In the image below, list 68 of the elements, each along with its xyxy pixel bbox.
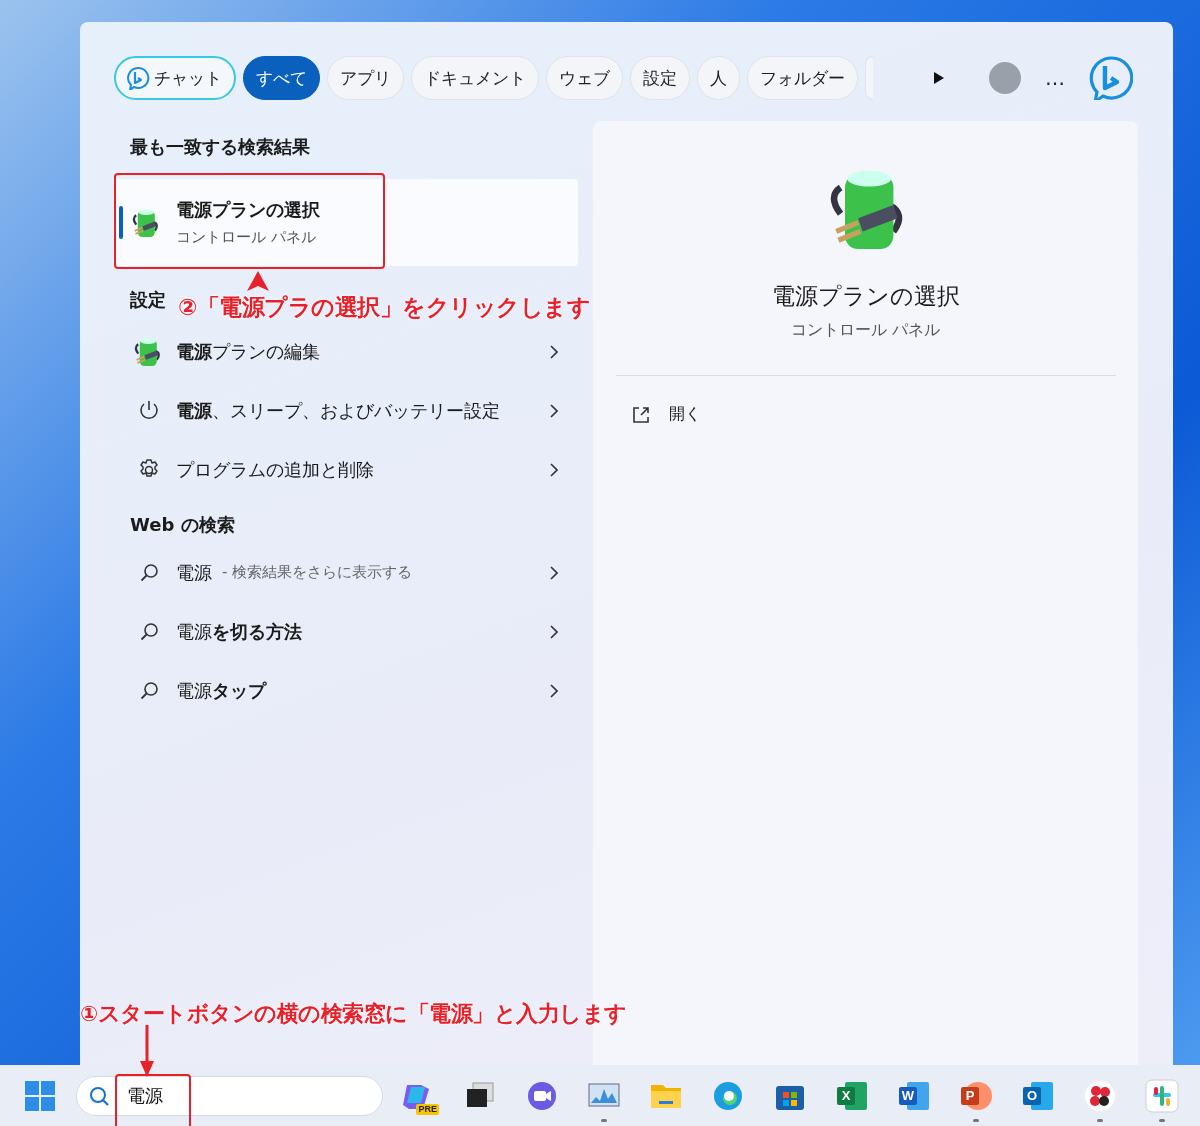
chevron-right-icon [550,462,558,477]
running-indicator [1097,1118,1103,1122]
avatar-icon[interactable] [989,62,1021,94]
app-letter: X [840,1086,852,1105]
annotation-text: ①スタートボタンの横の検索窓に「電源」と入力します [80,1000,627,1028]
app-letter: P [964,1086,976,1105]
callout-arrow [140,1025,154,1077]
result-label: 電源、スリープ、およびバッテリー設定 [176,398,500,423]
chevron-right-icon [550,683,558,698]
running-indicator [601,1118,607,1122]
result-label: 電源 [176,560,212,585]
taskbar-search-field[interactable]: 電源 [76,1075,383,1116]
search-icon [88,1084,110,1107]
result-label: 電源タップ [176,678,266,703]
app-letter: PRE [416,1103,439,1115]
taskbar-app-button[interactable]: X [821,1069,883,1122]
taskbar-app-button[interactable]: PRE [387,1069,449,1122]
windows-logo-icon [24,1079,56,1112]
result-label: 電源を切る方法 [176,619,302,644]
open-action[interactable]: 開く [631,404,701,425]
section-heading: 設定 [130,288,166,312]
result-item[interactable]: 電源を切る方法 [114,602,578,661]
bing-button[interactable] [1089,56,1133,100]
bing-chat-icon [1089,56,1133,100]
annotation-text: ②「電源プラの選択」をクリックします [178,293,591,322]
bing-chat-icon [126,66,150,90]
result-title: 電源プランの選択 [176,198,320,222]
result-label: プログラムの追加と削除 [176,457,374,482]
filter-tab[interactable]: フォルダー [747,56,858,100]
more-options-button[interactable]: … [1045,66,1065,90]
selection-indicator [119,206,123,239]
next-tabs-button[interactable] [933,71,945,85]
running-indicator [1159,1118,1165,1122]
filter-tab[interactable]: アプリ [327,56,404,100]
chevron-right-icon [550,344,558,359]
result-item[interactable]: 電源、スリープ、およびバッテリー設定 [114,381,578,440]
start-button[interactable] [24,1079,56,1112]
best-match-result[interactable]: 電源プランの選択 コントロール パネル [114,179,578,266]
chevron-right-icon [550,565,558,580]
running-indicator [973,1118,979,1122]
preview-title: 電源プランの選択 [771,282,960,311]
grid-app-icon [1145,1078,1179,1113]
preview-subtitle: コントロール パネル [790,320,941,341]
filter-tab[interactable]: ウェブ [546,56,623,100]
section-heading: 最も一致する検索結果 [130,135,310,159]
chevron-right-icon [550,624,558,639]
filter-tab[interactable]: チャット [114,56,236,100]
filter-tab[interactable]: ドキュメント [411,56,539,100]
taskbar-app-button[interactable]: W [883,1069,945,1122]
play-icon [933,71,945,85]
flower-app-icon [1083,1078,1117,1113]
app-letter: O [1025,1086,1039,1105]
filter-tab[interactable]: すべて [243,56,320,100]
taskbar-app-button[interactable]: O [1007,1069,1069,1122]
taskbar-app-button[interactable]: P [945,1069,1007,1122]
result-label: 電源プランの編集 [176,339,320,364]
filter-tab[interactable]: 人 [697,56,740,100]
chevron-right-icon [550,403,558,418]
result-hint: - 検索結果をさらに表示する [222,563,413,582]
filter-tab[interactable]: 設定 [630,56,690,100]
result-item[interactable]: 電源プランの編集 [114,322,578,381]
result-item[interactable]: 電源 - 検索結果をさらに表示する [114,543,578,602]
result-item[interactable]: 電源タップ [114,661,578,720]
result-subtitle: コントロール パネル [176,228,317,247]
app-letter: W [900,1086,916,1105]
open-external-icon [631,404,651,425]
section-heading: Web の検索 [130,513,235,537]
result-item[interactable]: プログラムの追加と削除 [114,440,578,499]
